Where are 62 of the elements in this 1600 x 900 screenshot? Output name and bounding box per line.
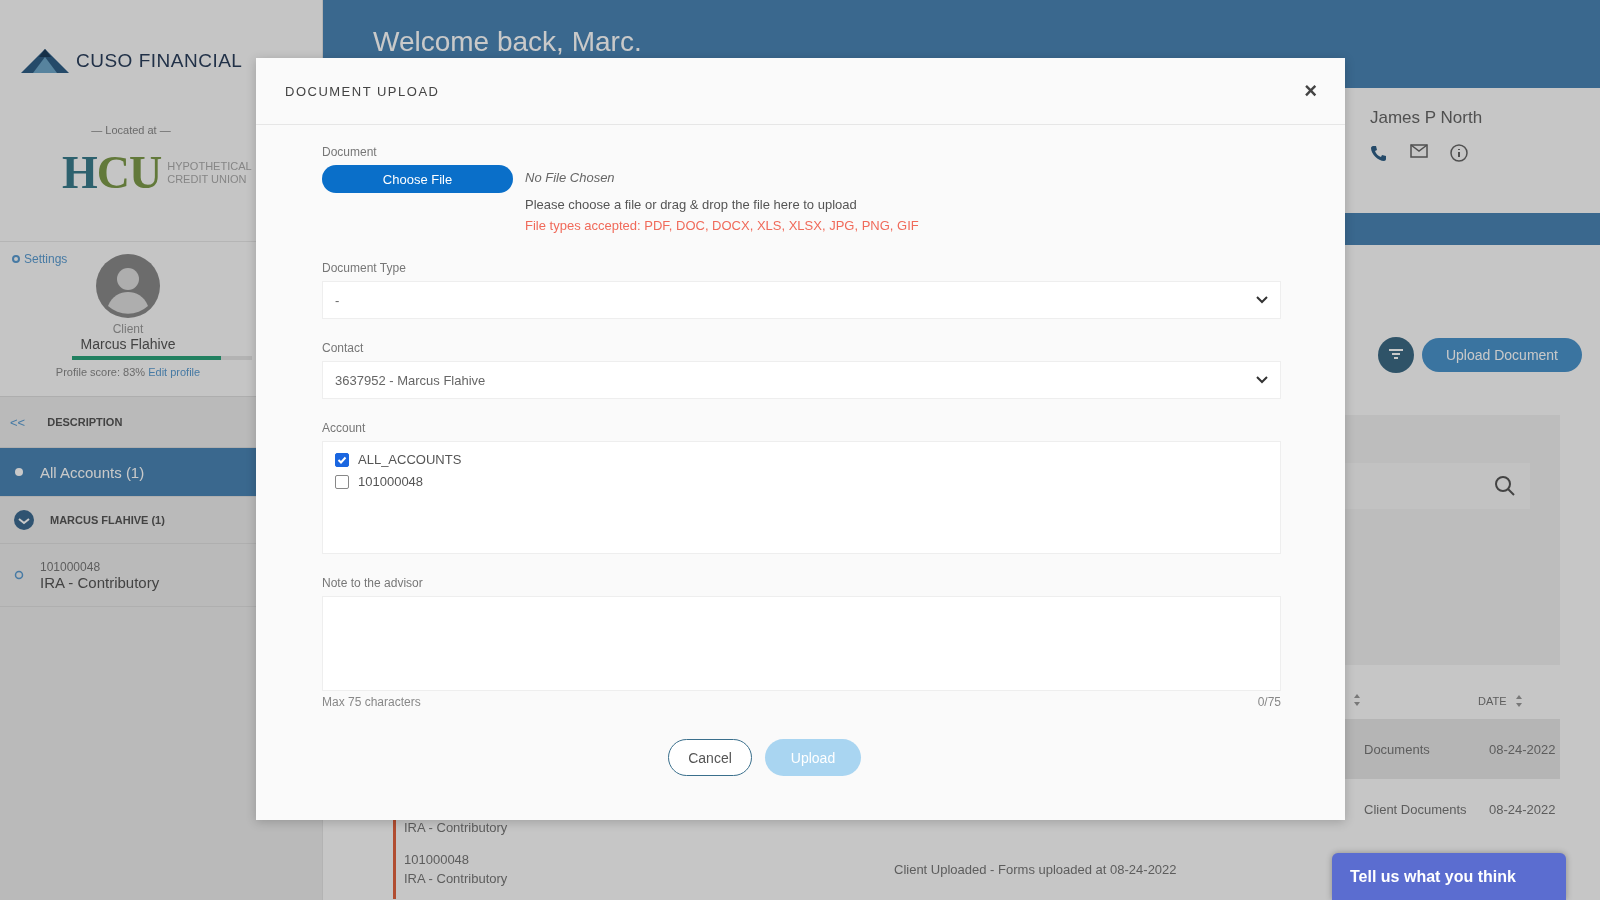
accepted-types: File types accepted: PDF, DOC, DOCX, XLS, XLSX, JPG, PNG, GIF [525,218,919,233]
credit-union-logo: HCU [62,146,162,199]
settings-icon [12,255,20,263]
cancel-button[interactable]: Cancel [668,739,752,776]
sort-icon[interactable] [1514,694,1523,708]
upload-hint: Please choose a file or drag & drop the file here to upload [525,197,858,212]
date-cell-text: 08-24-2022 [1489,741,1557,757]
mail-icon[interactable] [1410,144,1428,158]
category-cell-text: Documents [1364,741,1431,757]
account-option[interactable]: ALL_ACCOUNTS [335,452,462,467]
chevron-down-icon [1256,296,1268,304]
account-number: 101000048 [404,852,471,867]
choose-file-button[interactable]: Choose File [322,165,513,193]
avatar-icon [96,254,160,318]
profile-score: Profile score: 83% [55,366,146,378]
category-cell-text: Client Documents [1364,801,1468,817]
account-number: 101000048 [40,559,102,574]
date-cell-text: 08-24-2022 [1489,801,1557,817]
sort-icon[interactable] [1353,693,1361,707]
advisor-name: James P North [1370,108,1484,128]
dot-icon [14,467,24,477]
filter-icon [1388,349,1403,361]
info-icon[interactable] [1450,144,1468,162]
edit-profile-link[interactable]: Edit profile [148,366,201,378]
chevron-down-icon [1256,376,1268,384]
profile-role: Client [112,322,144,336]
profile-name: Marcus Flahive [80,336,176,352]
credit-union-name: CREDIT UNION [167,172,248,186]
settings-link[interactable]: Settings [0,242,68,266]
field-label: Contact [322,341,365,355]
field-label: Account [322,421,367,435]
brand-name: CUSO FINANCIAL [76,50,243,72]
dialog-title: DOCUMENT UPLOAD [285,83,440,99]
circle-icon [14,570,24,580]
filter-button[interactable] [1377,337,1414,373]
search-icon [1494,475,1516,497]
account-option[interactable]: 101000048 [335,474,424,489]
account-type: IRA - Contributory [404,871,509,886]
phone-icon[interactable] [1370,144,1388,162]
account-type: IRA - Contributory [404,820,509,835]
upload-document-button[interactable]: Upload Document [1421,338,1582,372]
checkbox[interactable] [335,474,349,489]
account-label: All Accounts (1) [40,463,145,481]
checkbox[interactable] [335,452,349,467]
feedback-button[interactable]: Tell us what you think [1332,853,1566,900]
account-label: MARCUS FLAHIVE (1) [50,514,165,526]
account-type: IRA - Contributory [40,573,160,591]
contact-select[interactable]: 3637952 - Marcus Flahive [322,361,1281,399]
pyramid-logo-icon [20,48,70,74]
welcome-heading: Welcome back, Marc. [372,25,642,58]
located-label: — Located at — [90,124,172,136]
column-header[interactable]: DATE [1478,695,1507,707]
character-counter: 0/75 [1257,695,1281,709]
limit-hint: Max 75 characters [322,695,421,709]
field-label: Document Type [322,261,407,275]
close-button[interactable]: × [1300,78,1321,104]
document-type-select[interactable]: - [322,281,1281,319]
file-status: No File Chosen [525,170,616,185]
field-label: Note to the advisor [322,576,424,590]
column-header: DESCRIPTION [47,416,123,428]
credit-union-name: HYPOTHETICAL [167,159,252,173]
field-label: Document [322,145,378,159]
